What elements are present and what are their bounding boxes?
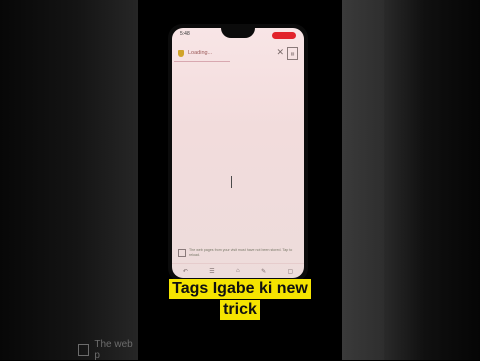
ghost-text: The web p [94,339,133,361]
text-cursor [231,176,232,188]
tab-underline [174,61,230,62]
phone-screen: 5:48 Loading... ✕ ▤ The web pages from y… [172,28,304,278]
video-caption: Tags Igabe ki new trick [163,278,317,326]
tabs-icon[interactable]: ▢ [288,268,294,275]
phone-frame: 5:48 Loading... ✕ ▤ The web pages from y… [168,24,308,282]
ghost-offline-note: The web p [78,339,138,361]
caption-line-1: Tags Igabe ki new [169,279,311,299]
offline-note[interactable]: The web pages from your visit must have … [178,248,296,262]
offline-note-text: The web pages from your visit must have … [189,248,293,257]
ghost-info-icon [78,344,90,356]
bottom-nav: ↶ ☰ ⌂ ✎ ▢ [172,263,304,278]
camera-notch [221,28,255,38]
tab-doc-icon[interactable]: ▤ [287,47,298,60]
info-icon [178,249,186,257]
browser-tab[interactable]: Loading... ✕ ▤ [178,45,298,61]
blurred-background-right [342,0,480,360]
bookmark-icon[interactable]: ✎ [261,268,266,275]
caption-line-2: trick [220,300,260,320]
back-icon[interactable]: ↶ [183,268,188,275]
home-icon[interactable]: ⌂ [236,268,240,274]
forward-icon[interactable]: ☰ [209,268,214,275]
close-icon[interactable]: ✕ [276,47,284,57]
blurred-background-left: The web p [0,0,138,361]
grey-band [342,0,384,360]
shield-icon [178,49,184,57]
tab-title: Loading... [188,50,213,56]
record-indicator[interactable] [272,32,296,39]
status-time: 5:48 [180,30,190,37]
